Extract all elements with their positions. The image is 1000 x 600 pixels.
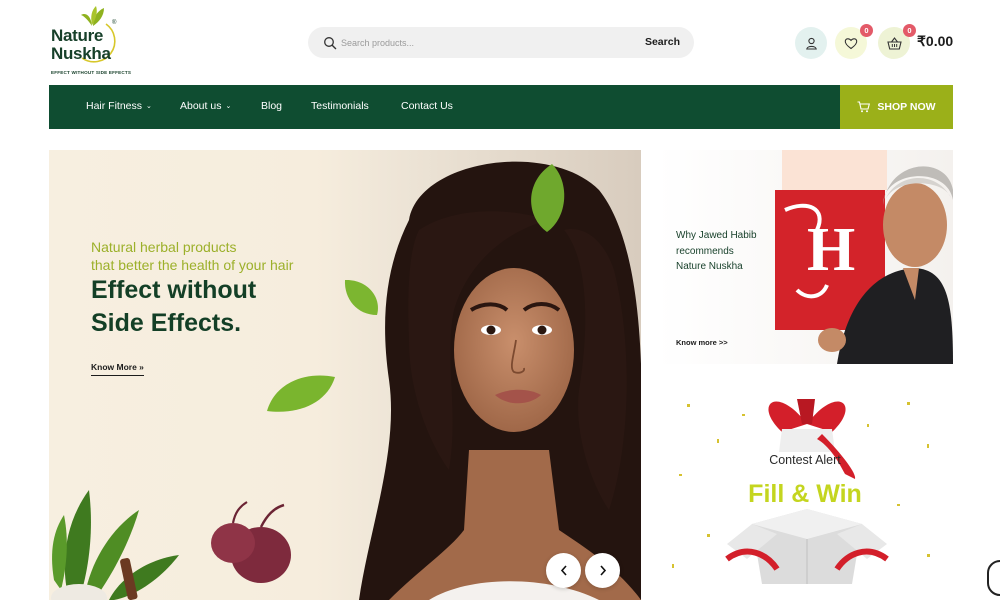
leaf-decoration-icon [531, 164, 565, 232]
promo-habib-text-line: recommends [676, 245, 734, 257]
hero-title: Effect without Side Effects. [91, 274, 351, 340]
shop-now-label: SHOP NOW [877, 101, 936, 113]
nav-item-about-us[interactable]: About us ⌄ [180, 100, 231, 112]
wishlist-button[interactable]: 0 [835, 24, 873, 59]
search-button[interactable]: Search [645, 36, 680, 48]
nav-item-blog[interactable]: Blog [261, 100, 282, 112]
chevron-down-icon: ⌄ [146, 103, 152, 110]
herbs-decoration-image [51, 490, 291, 600]
contest-title: Fill & Win [748, 480, 862, 508]
nav-item-label: Contact Us [401, 100, 453, 112]
svg-text:H: H [807, 216, 855, 284]
slider-prev-button[interactable] [546, 553, 581, 588]
logo-tagline: EFFECT WITHOUT SIDE EFFECTS [51, 70, 132, 75]
promo-contest[interactable]: Contest Alert Fill & Win [657, 384, 953, 600]
heart-icon [844, 37, 858, 49]
basket-icon [886, 36, 902, 50]
floating-side-widget[interactable] [987, 560, 1000, 596]
nav-item-label: About us [180, 100, 222, 112]
search-input[interactable] [341, 37, 631, 48]
main-nav: Hair Fitness ⌄ About us ⌄ Blog Testimonial… [49, 85, 953, 129]
chevron-right-icon [599, 565, 606, 576]
cart-count-badge: 0 [903, 24, 916, 37]
search-bar: Search [308, 27, 694, 58]
promo-habib-text: Why Jawed Habib recommends Nature Nuskha [676, 228, 786, 275]
nav-item-contact-us[interactable]: Contact Us [401, 100, 453, 112]
leaf-decoration-icon [267, 375, 335, 412]
site-header: ® Nature Nuskha EFFECT WITHOUT SIDE EFFE… [0, 0, 1000, 86]
shop-now-button[interactable]: SHOP NOW [840, 85, 953, 129]
nav-item-label: Testimonials [311, 100, 369, 112]
cart-icon [857, 101, 871, 113]
user-icon [805, 37, 817, 50]
hero-title-line: Effect without [91, 276, 257, 304]
hero-title-line: Side Effects. [91, 309, 242, 337]
hero-subtitle: Natural herbal products that better the … [91, 238, 391, 274]
logo-name-line2: Nuskha [51, 44, 111, 63]
cart-total[interactable]: ₹0.00 [917, 33, 953, 50]
hero-model-image [359, 161, 641, 600]
slider-next-button[interactable] [585, 553, 620, 588]
brand-logo[interactable]: ® Nature Nuskha EFFECT WITHOUT SIDE EFFE… [50, 6, 131, 78]
hero-know-more-link[interactable]: Know More » [91, 362, 144, 376]
hero-subtitle-line: that better the health of your hair [91, 257, 294, 273]
nav-item-testimonials[interactable]: Testimonials [311, 100, 369, 112]
logo-registered-mark: ® [112, 20, 117, 26]
account-button[interactable] [795, 27, 827, 59]
promo-jawed-habib[interactable]: H Why Jawed Habib recommends Nature Nusk… [657, 150, 953, 364]
hero-subtitle-line: Natural herbal products [91, 239, 237, 255]
nav-item-hair-fitness[interactable]: Hair Fitness ⌄ [86, 100, 152, 112]
chevron-left-icon [560, 565, 567, 576]
promo-habib-know-more-link[interactable]: Know more >> [676, 338, 728, 347]
hero-slider: Natural herbal products that better the … [49, 150, 641, 600]
chevron-down-icon: ⌄ [225, 103, 232, 110]
search-icon [324, 36, 337, 49]
logo-name-line1: Nature [51, 26, 104, 45]
contest-alert-label: Contest Alert [769, 453, 841, 467]
promo-habib-text-line: Nature Nuskha [676, 261, 743, 272]
nav-item-label: Hair Fitness [86, 100, 143, 112]
nav-item-label: Blog [261, 100, 283, 112]
cart-button[interactable]: 0 [878, 24, 916, 59]
wishlist-count-badge: 0 [860, 24, 873, 37]
promo-habib-text-line: Why Jawed Habib [676, 230, 757, 241]
